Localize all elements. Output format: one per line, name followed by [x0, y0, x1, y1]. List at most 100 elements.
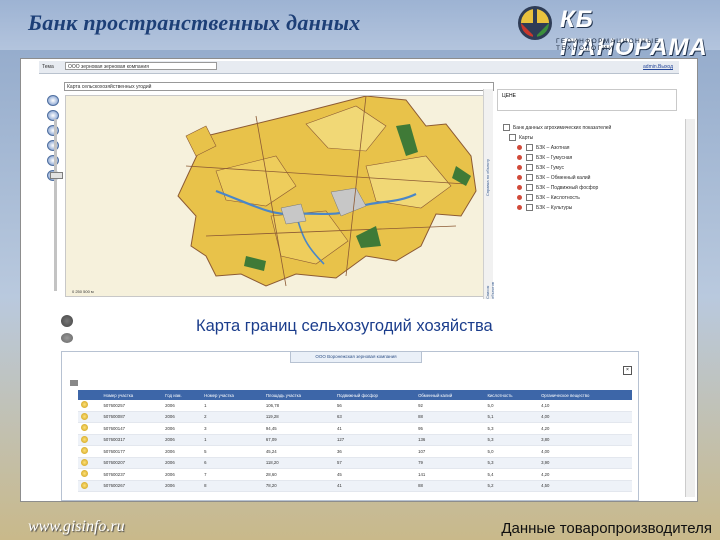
table-cell: 88: [415, 411, 485, 423]
table-tab[interactable]: ООО Воронежская зерновая компания: [290, 351, 422, 363]
table-cell: 507600317: [100, 434, 163, 446]
table-header[interactable]: Номер участка: [201, 390, 263, 400]
table-cell: 4,00: [538, 445, 632, 458]
table-header[interactable]: Органическое вещество: [538, 390, 632, 400]
layer-color-icon: [517, 165, 522, 171]
table-header[interactable]: Подвижный фосфор: [333, 390, 416, 400]
table-header[interactable]: Обменный калий: [415, 390, 485, 400]
table-cell: 1: [201, 434, 263, 446]
record-icon[interactable]: [81, 470, 88, 478]
theme-select[interactable]: ООО зерновая зерновая компания: [65, 62, 217, 70]
info-icon[interactable]: [47, 140, 59, 151]
app-header: Тема ООО зерновая зерновая компания admi…: [39, 61, 679, 74]
table-cell: 118,20: [262, 457, 334, 469]
table-cell: 5,3: [484, 434, 539, 446]
table-cell: 2006: [162, 445, 202, 458]
checkbox-icon[interactable]: [526, 144, 533, 152]
checkbox-icon[interactable]: [526, 184, 533, 192]
zoom-slider-knob[interactable]: [50, 172, 63, 179]
table-header[interactable]: Номер участка: [100, 390, 163, 400]
table-header-icon: [78, 390, 101, 400]
print-icon[interactable]: [70, 380, 78, 386]
checkbox-icon[interactable]: [526, 194, 533, 202]
table-cell: 2006: [162, 468, 202, 481]
layer-item[interactable]: БЗК – Азотная: [503, 143, 673, 153]
footer-caption: Данные товаропроизводителя: [501, 520, 712, 537]
checkbox-icon[interactable]: [526, 154, 533, 162]
layer-color-icon: [517, 185, 522, 191]
table-cell: 136: [415, 434, 485, 446]
table-cell: 507600177: [100, 445, 163, 458]
record-icon[interactable]: [81, 401, 88, 409]
pan-icon[interactable]: [47, 95, 59, 106]
logout-link[interactable]: admin.Выход: [643, 64, 673, 70]
table-row[interactable]: 507600267 2006 8 78,20 41 88 5,2 4,50: [78, 480, 632, 492]
record-icon[interactable]: [81, 424, 88, 432]
table-row[interactable]: 507600257 2006 1 106,78 56 92 5,0 4,10: [78, 400, 632, 412]
logo-subtitle: ГЕОИНФОРМАЦИОННЫЕ ТЕХНОЛОГИИ: [556, 38, 661, 52]
layer-item[interactable]: БЗК – Гумус: [503, 163, 673, 173]
zoom-in-icon[interactable]: [47, 110, 59, 121]
table-cell: 79: [415, 457, 485, 469]
checkbox-icon[interactable]: [509, 134, 516, 142]
layer-item[interactable]: БЗК – Подвижный фосфор: [503, 183, 673, 193]
legend-box: ЦЕНЕ: [497, 89, 677, 111]
layer-item[interactable]: БЗК – Гумусная: [503, 153, 673, 163]
table-cell: 94,45: [262, 422, 334, 435]
checkbox-icon[interactable]: [526, 204, 533, 212]
layer-root[interactable]: Банк данных агрохимических показателей: [503, 123, 673, 133]
measure-icon[interactable]: [47, 155, 59, 166]
record-icon[interactable]: [81, 458, 88, 466]
table-row[interactable]: 507600207 2006 6 118,20 57 79 5,3 3,90: [78, 457, 632, 469]
slide-title: Банк пространственных данных: [28, 10, 361, 35]
table-cell: 78,20: [262, 480, 334, 492]
zoom-out-icon[interactable]: [47, 125, 59, 136]
table-cell: 2006: [162, 480, 202, 492]
zoom-slider[interactable]: [54, 119, 57, 291]
table-cell: 2006: [162, 411, 202, 423]
table-header-row: Номер участка Год изм. Номер участка Пло…: [78, 390, 632, 400]
layer-group[interactable]: Карты: [503, 133, 673, 143]
table-row[interactable]: 507600237 2006 7 28,60 45 141 5,4 4,20: [78, 468, 632, 481]
record-icon[interactable]: [81, 481, 88, 489]
map-canvas: [66, 96, 484, 296]
scrollbar[interactable]: [685, 119, 695, 497]
table-row[interactable]: 507600177 2006 5 45,24 36 107 5,0 4,00: [78, 445, 632, 458]
table-row[interactable]: 507600087 2006 2 119,28 63 88 5,1 4,00: [78, 411, 632, 423]
layer-item[interactable]: БЗК – Кислотность: [503, 193, 673, 203]
map-select[interactable]: Карта сельскохозяйственных угодий: [64, 82, 494, 91]
database-icon[interactable]: [61, 333, 73, 343]
table-cell: 45,24: [262, 445, 334, 458]
table-header[interactable]: Год изм.: [162, 390, 202, 400]
layer-item[interactable]: БЗК – Культуры: [503, 203, 673, 213]
record-icon[interactable]: [81, 447, 88, 455]
layer-color-icon: [517, 145, 522, 151]
table-cell: 88: [415, 480, 485, 492]
table-header[interactable]: Кислотность: [484, 390, 539, 400]
table-cell: 4,10: [538, 400, 632, 412]
table-row[interactable]: 507600317 2006 1 67,09 127 136 5,3 3,80: [78, 434, 632, 446]
table-row[interactable]: 507600147 2006 3 94,45 41 95 5,3 4,20: [78, 422, 632, 435]
layer-item[interactable]: БЗК – Обменный калий: [503, 173, 673, 183]
table-cell: 5,2: [484, 480, 539, 492]
checkbox-icon[interactable]: [526, 164, 533, 172]
table-cell: 3,90: [538, 457, 632, 469]
object-list-tab[interactable]: Список объектов: [485, 269, 495, 299]
table-cell: 45: [333, 468, 416, 481]
table-header[interactable]: Площадь участка: [262, 390, 334, 400]
checkbox-icon[interactable]: [503, 124, 510, 132]
close-icon[interactable]: ×: [623, 366, 632, 375]
table-cell: 5,1: [484, 411, 539, 423]
record-icon[interactable]: [81, 412, 88, 420]
map-view[interactable]: [65, 95, 485, 297]
settings-icon[interactable]: [61, 315, 73, 327]
table-cell: 57: [333, 457, 416, 469]
checkbox-icon[interactable]: [526, 174, 533, 182]
record-icon[interactable]: [81, 435, 88, 443]
table-cell: 5,0: [484, 445, 539, 458]
table-cell: 507600237: [100, 468, 163, 481]
table-cell: 4,20: [538, 422, 632, 435]
table-cell: 3: [201, 422, 263, 435]
table-cell: 507600207: [100, 457, 163, 469]
object-info-tab[interactable]: Справка по объекту: [485, 159, 490, 196]
